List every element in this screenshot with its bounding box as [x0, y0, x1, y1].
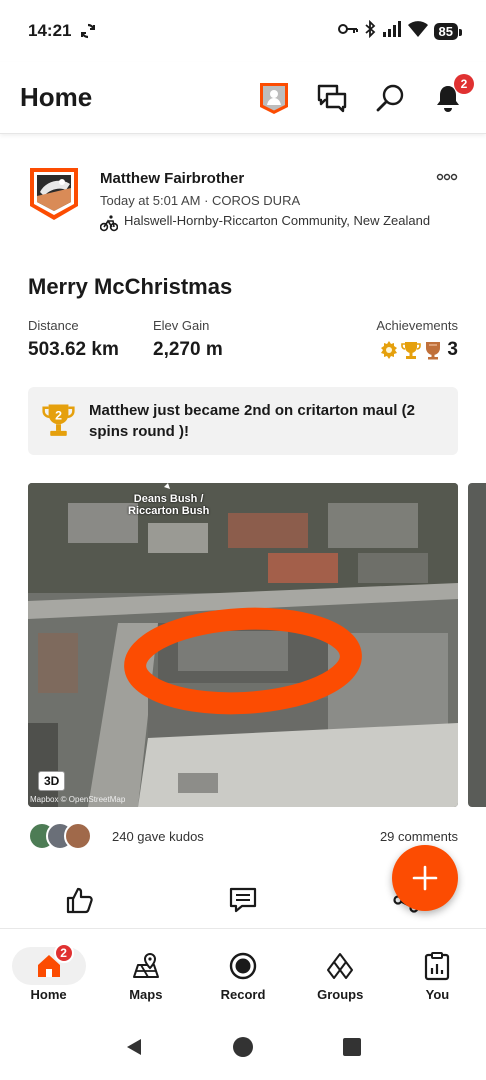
nav-label-groups: Groups: [317, 987, 364, 1002]
status-bar: 14:21 85: [0, 0, 486, 62]
chat-bubbles-icon: [317, 84, 347, 112]
kudos-count[interactable]: 240 gave kudos: [112, 829, 204, 844]
bronze-trophy-icon: [426, 342, 441, 360]
status-time: 14:21: [28, 21, 72, 40]
profile-button[interactable]: [256, 80, 292, 116]
system-navigation: [0, 1014, 486, 1080]
vpn-key-icon: [337, 22, 358, 40]
nav-label-record: Record: [220, 987, 266, 1002]
bluetooth-icon: [364, 19, 376, 42]
search-button[interactable]: [372, 80, 408, 116]
map-place-label: Deans Bush / Riccarton Bush: [128, 493, 209, 517]
next-media-peek[interactable]: [468, 483, 486, 807]
map-place-label-line2: Riccarton Bush: [128, 505, 210, 517]
activity-header: Matthew Fairbrother Today at 5:01 AM · C…: [28, 166, 458, 232]
location-row: Halswell-Hornby-Riccarton Community, New…: [100, 213, 436, 232]
kudos-button[interactable]: [60, 880, 100, 920]
map-3d-button[interactable]: 3D: [38, 771, 66, 791]
activity-feed[interactable]: Matthew Fairbrother Today at 5:01 AM · C…: [0, 142, 486, 928]
comments-count[interactable]: 29 comments: [380, 829, 458, 844]
record-icon: [229, 952, 257, 980]
map-satellite-view: [28, 483, 458, 807]
add-fab-button[interactable]: [392, 845, 458, 911]
trophy-rank-icon: 2: [42, 404, 75, 436]
app-header: Home 2: [0, 62, 486, 134]
map-place-label-line1: Deans Bush /: [133, 493, 204, 505]
back-icon[interactable]: [123, 1036, 145, 1058]
notification-badge: 2: [454, 73, 474, 94]
notifications-button[interactable]: 2: [430, 73, 474, 116]
recents-icon[interactable]: [341, 1036, 363, 1058]
activity-stats: Distance 503.62 km Elev Gain 2,270 m Ach…: [28, 318, 458, 361]
stat-distance-label: Distance: [28, 318, 79, 333]
comment-button[interactable]: [223, 880, 263, 920]
nav-item-home[interactable]: 2 Home: [0, 929, 97, 1014]
plus-icon: [412, 865, 438, 891]
home-badge: 2: [53, 943, 74, 963]
stat-achievements: Achievements 3: [376, 318, 458, 361]
nav-item-record[interactable]: Record: [194, 929, 291, 1014]
achievement-text: Matthew just became 2nd on critarton mau…: [89, 402, 415, 440]
header-actions: 2: [256, 73, 474, 116]
nav-label-home: Home: [30, 987, 67, 1002]
stat-elev-value: 2,270 m: [153, 339, 223, 360]
nav-item-maps[interactable]: Maps: [97, 929, 194, 1014]
nav-item-groups[interactable]: Groups: [292, 929, 389, 1014]
gold-medal-icon: [381, 341, 398, 359]
signal-icon: [382, 21, 402, 41]
thumbs-up-icon: [66, 887, 93, 914]
stat-distance: Distance 503.62 km: [28, 318, 153, 361]
activity-time-device: Today at 5:01 AM · COROS DURA: [100, 193, 301, 208]
athlete-name[interactable]: Matthew Fairbrother: [100, 170, 436, 187]
achievements-row: 3: [376, 339, 458, 361]
activity-title[interactable]: Merry McChristmas: [28, 274, 232, 300]
page-title: Home: [20, 82, 93, 112]
activity-location: Halswell-Hornby-Riccarton Community, New…: [124, 213, 431, 228]
stat-elev-label: Elev Gain: [153, 318, 210, 333]
stat-achievements-value: 3: [447, 339, 458, 360]
map-credit: Mapbox © OpenStreetMap: [30, 795, 126, 804]
bottom-navigation: 2 Home Maps Record Groups You: [0, 928, 486, 1014]
kudos-avatar: [64, 822, 92, 850]
cycling-icon: [100, 215, 118, 232]
nav-label-maps: Maps: [129, 987, 163, 1002]
athlete-avatar[interactable]: [28, 166, 80, 232]
maps-icon: [132, 952, 159, 978]
wifi-icon: [407, 21, 428, 41]
athlete-avatar-shield: [30, 168, 78, 220]
profile-avatar-icon: [260, 82, 288, 114]
kudos-avatars[interactable]: [28, 822, 92, 850]
kudos-row: 240 gave kudos 29 comments: [28, 822, 458, 850]
battery-indicator: 85: [433, 22, 463, 40]
achievement-banner[interactable]: 2 Matthew just became 2nd on critarton m…: [28, 387, 458, 455]
more-dots-icon: [436, 173, 458, 181]
more-options-button[interactable]: [436, 168, 458, 232]
home-circle-icon[interactable]: [232, 1036, 254, 1058]
nav-item-you[interactable]: You: [389, 929, 486, 1014]
groups-icon: [327, 953, 354, 979]
messages-button[interactable]: [314, 80, 350, 116]
trophy-rank-number: 2: [55, 408, 62, 422]
search-icon: [376, 84, 404, 111]
status-indicators: 85: [337, 19, 463, 42]
gold-trophy-icon: [401, 342, 422, 359]
you-stats-icon: [425, 952, 450, 981]
stat-distance-value: 503.62 km: [28, 339, 119, 360]
comment-icon: [229, 887, 257, 913]
sync-icon: [79, 22, 97, 40]
stat-achievements-label: Achievements: [376, 318, 458, 333]
stat-elevation: Elev Gain 2,270 m: [153, 318, 313, 361]
nav-label-you: You: [425, 987, 450, 1002]
activity-map[interactable]: Deans Bush / Riccarton Bush 3D Mapbox © …: [28, 483, 458, 807]
